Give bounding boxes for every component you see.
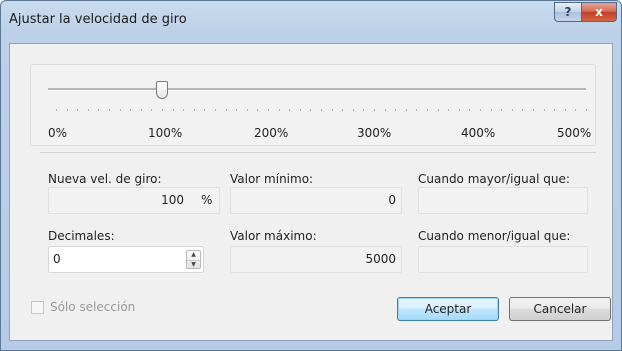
slider-tick-mark bbox=[77, 109, 79, 111]
accept-button[interactable]: Aceptar bbox=[397, 297, 499, 321]
slider-tick-mark bbox=[469, 109, 471, 111]
slider-tick-mark bbox=[586, 109, 587, 111]
slider-tick-mark bbox=[511, 109, 513, 111]
slider-tick-mark bbox=[384, 109, 386, 111]
new-speed-unit: % bbox=[201, 193, 213, 207]
spin-down-icon[interactable]: ▼ bbox=[187, 261, 200, 270]
slider-tick-mark bbox=[405, 109, 407, 111]
slider-tick-mark bbox=[140, 109, 142, 111]
slider-tick-mark bbox=[162, 109, 163, 111]
min-value-value: 0 bbox=[388, 193, 396, 207]
slider-tick-mark bbox=[151, 109, 153, 111]
slider-tick-mark bbox=[278, 109, 280, 111]
slider-tick-mark bbox=[352, 109, 354, 111]
slider-tick-mark bbox=[321, 109, 322, 111]
slider-tick-mark bbox=[331, 109, 333, 111]
tick-label-500: 500% bbox=[557, 126, 592, 140]
new-speed-field bbox=[48, 187, 220, 214]
help-icon: ? bbox=[564, 5, 572, 19]
slider-tick-mark bbox=[215, 109, 216, 111]
slider-tick-mark bbox=[374, 109, 375, 111]
slider-tick-mark bbox=[130, 109, 132, 111]
when-less-field bbox=[418, 246, 588, 273]
divider bbox=[40, 152, 596, 153]
slider-panel bbox=[30, 64, 596, 146]
new-speed-label: Nueva vel. de giro: bbox=[48, 172, 162, 186]
new-speed-value: 100 bbox=[161, 193, 184, 207]
slider-tick-mark bbox=[257, 109, 259, 111]
decimals-label: Decimales: bbox=[48, 229, 115, 243]
slider-tick-mark bbox=[56, 109, 57, 111]
slider-tick-mark bbox=[533, 109, 534, 111]
slider-tick-mark bbox=[427, 109, 428, 111]
slider-tick-mark bbox=[554, 109, 556, 111]
slider-tick-mark bbox=[310, 109, 312, 111]
slider-tick-mark bbox=[289, 109, 291, 111]
min-value-label: Valor mínimo: bbox=[230, 172, 314, 186]
slider-tick-mark bbox=[109, 109, 110, 111]
slider-tick-mark bbox=[458, 109, 460, 111]
slider-tick-mark bbox=[480, 109, 481, 111]
slider-tick-mark bbox=[193, 109, 195, 111]
tick-label-400: 400% bbox=[461, 126, 496, 140]
tick-label-300: 300% bbox=[357, 126, 392, 140]
close-button[interactable]: x bbox=[581, 2, 617, 22]
slider-tick-mark bbox=[501, 109, 503, 111]
decimals-input[interactable] bbox=[48, 246, 204, 273]
speed-slider-thumb[interactable] bbox=[156, 81, 168, 99]
selection-only-label: Sólo selección bbox=[50, 300, 136, 314]
max-value-value: 5000 bbox=[365, 252, 396, 266]
slider-tick-mark bbox=[448, 109, 450, 111]
slider-tick-mark bbox=[490, 109, 492, 111]
slider-tick-mark bbox=[172, 109, 174, 111]
help-button[interactable]: ? bbox=[554, 2, 582, 22]
slider-tick-mark bbox=[87, 109, 89, 111]
slider-tick-mark bbox=[236, 109, 238, 111]
slider-tick-mark bbox=[268, 109, 269, 111]
slider-tick-mark bbox=[119, 109, 121, 111]
slider-tick-mark bbox=[246, 109, 248, 111]
max-value-label: Valor máximo: bbox=[230, 229, 317, 243]
slider-tick-mark bbox=[204, 109, 206, 111]
slider-tick-mark bbox=[437, 109, 439, 111]
decimals-spinner[interactable]: ▲ ▼ bbox=[186, 250, 201, 269]
slider-tick-mark bbox=[299, 109, 301, 111]
dialog-title: Ajustar la velocidad de giro bbox=[9, 12, 187, 27]
tick-label-100: 100% bbox=[148, 126, 183, 140]
selection-only-checkbox[interactable] bbox=[31, 301, 44, 314]
tick-label-200: 200% bbox=[254, 126, 289, 140]
when-less-label: Cuando menor/igual que: bbox=[418, 229, 571, 243]
slider-tick-mark bbox=[575, 109, 577, 111]
spin-up-icon[interactable]: ▲ bbox=[187, 251, 200, 261]
slider-tick-mark bbox=[543, 109, 545, 111]
when-greater-field bbox=[418, 187, 588, 214]
close-icon: x bbox=[595, 5, 603, 19]
slider-tick-mark bbox=[522, 109, 524, 111]
slider-tick-mark bbox=[564, 109, 566, 111]
cancel-button[interactable]: Cancelar bbox=[509, 297, 611, 321]
slider-tick-mark bbox=[363, 109, 365, 111]
slider-tick-mark bbox=[395, 109, 397, 111]
slider-tick-mark bbox=[66, 109, 68, 111]
tick-label-0: 0% bbox=[48, 126, 68, 140]
slider-tick-mark bbox=[183, 109, 185, 111]
speed-slider-track[interactable] bbox=[48, 88, 586, 91]
decimals-value: 0 bbox=[53, 252, 61, 266]
when-greater-label: Cuando mayor/igual que: bbox=[418, 172, 570, 186]
slider-tick-mark bbox=[342, 109, 344, 111]
slider-tick-mark bbox=[416, 109, 418, 111]
slider-tick-mark bbox=[225, 109, 227, 111]
slider-tick-mark bbox=[98, 109, 100, 111]
